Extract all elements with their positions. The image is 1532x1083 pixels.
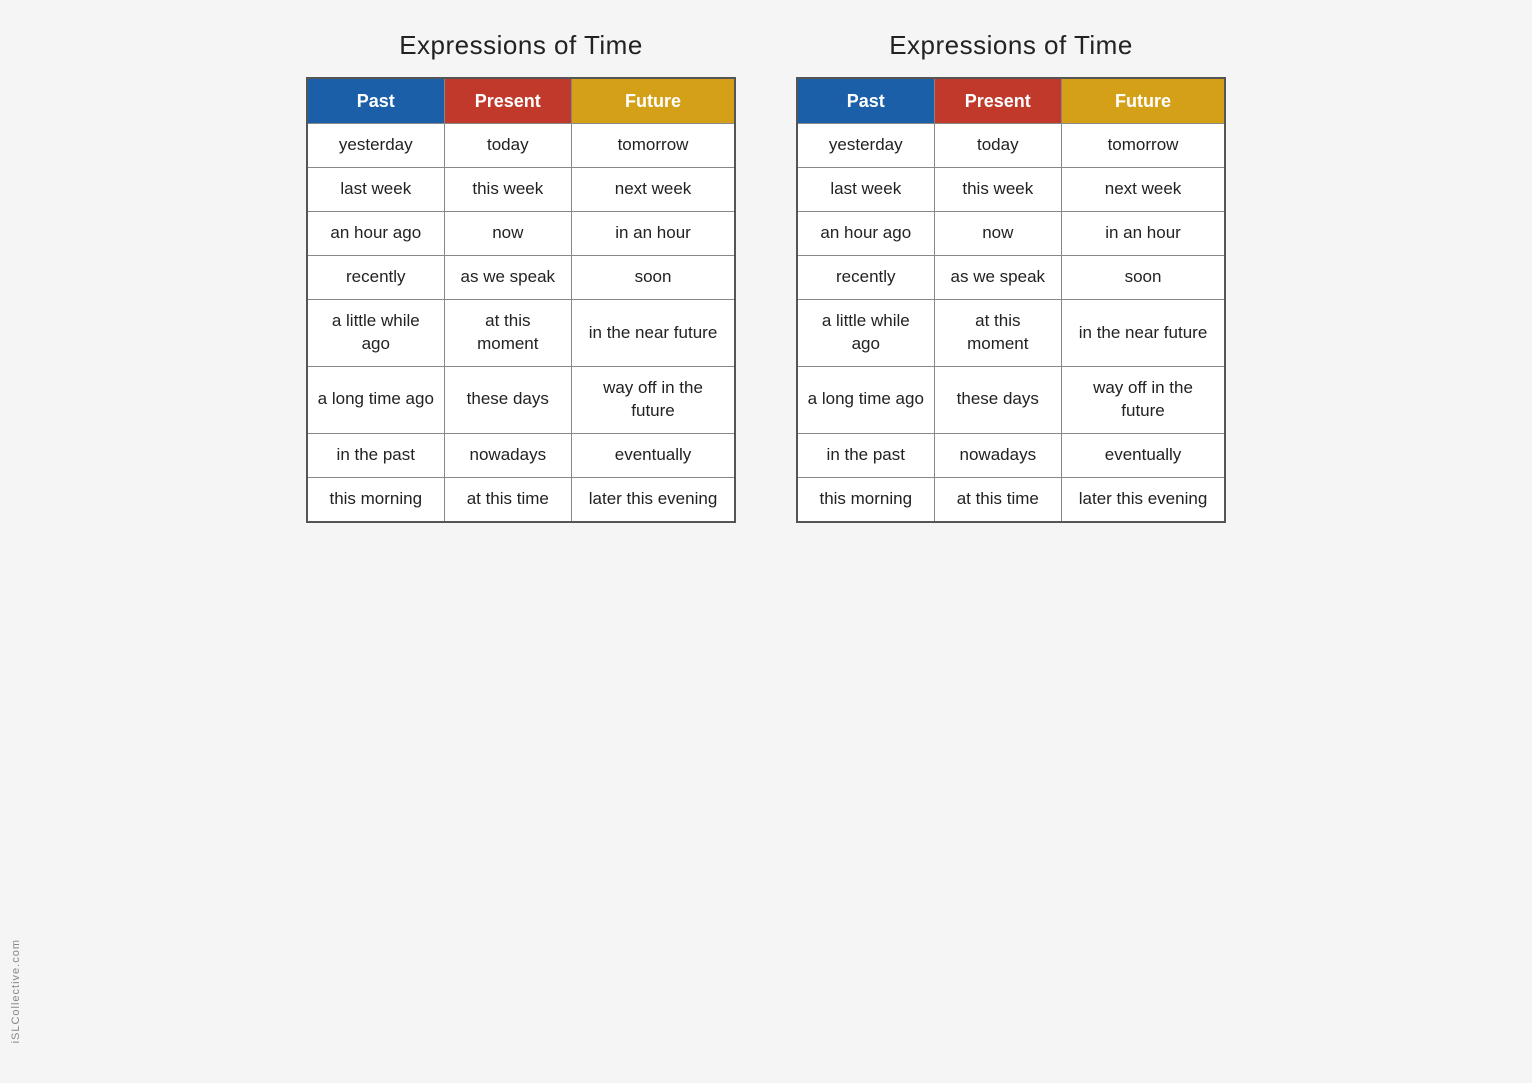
cell-future-4: in the near future [1062,300,1225,367]
table-row: in the pastnowadayseventually [797,433,1225,477]
cell-past-3: recently [307,256,444,300]
cell-future-7: later this evening [572,477,735,521]
left-table: Past Present Future yesterdaytodaytomorr… [306,77,736,523]
table-row: a long time agothese daysway off in the … [307,366,735,433]
right-title: Expressions of Time [889,30,1133,61]
cell-present-4: at this moment [934,300,1061,367]
cell-present-5: these days [444,366,571,433]
cell-future-6: eventually [572,433,735,477]
cell-future-0: tomorrow [1062,124,1225,168]
cell-past-7: this morning [797,477,934,521]
cell-past-1: last week [307,168,444,212]
cell-past-6: in the past [307,433,444,477]
cell-present-7: at this time [934,477,1061,521]
table-row: this morningat this timelater this eveni… [797,477,1225,521]
cell-present-6: nowadays [934,433,1061,477]
cell-future-2: in an hour [572,212,735,256]
left-header-present: Present [444,78,571,124]
cell-past-4: a little while ago [797,300,934,367]
cell-past-4: a little while ago [307,300,444,367]
left-table-section: Expressions of Time Past Present Future … [306,30,736,523]
cell-past-5: a long time ago [307,366,444,433]
table-row: a little while agoat this momentin the n… [307,300,735,367]
cell-future-3: soon [572,256,735,300]
table-row: in the pastnowadayseventually [307,433,735,477]
cell-present-2: now [444,212,571,256]
cell-future-0: tomorrow [572,124,735,168]
table-row: yesterdaytodaytomorrow [307,124,735,168]
cell-future-7: later this evening [1062,477,1225,521]
cell-past-1: last week [797,168,934,212]
cell-present-1: this week [934,168,1061,212]
left-header-future: Future [572,78,735,124]
table-row: yesterdaytodaytomorrow [797,124,1225,168]
left-title: Expressions of Time [399,30,643,61]
cell-future-6: eventually [1062,433,1225,477]
cell-past-5: a long time ago [797,366,934,433]
cell-present-3: as we speak [934,256,1061,300]
right-header-present: Present [934,78,1061,124]
cell-present-0: today [444,124,571,168]
cell-past-0: yesterday [797,124,934,168]
left-header-past: Past [307,78,444,124]
cell-present-2: now [934,212,1061,256]
table-row: this morningat this timelater this eveni… [307,477,735,521]
cell-future-5: way off in the future [1062,366,1225,433]
table-row: an hour agonowin an hour [797,212,1225,256]
cell-future-2: in an hour [1062,212,1225,256]
cell-present-1: this week [444,168,571,212]
table-row: last weekthis weeknext week [797,168,1225,212]
right-table: Past Present Future yesterdaytodaytomorr… [796,77,1226,523]
cell-future-3: soon [1062,256,1225,300]
cell-present-0: today [934,124,1061,168]
table-row: an hour agonowin an hour [307,212,735,256]
table-row: a little while agoat this momentin the n… [797,300,1225,367]
cell-past-3: recently [797,256,934,300]
cell-present-4: at this moment [444,300,571,367]
table-row: recentlyas we speaksoon [307,256,735,300]
table-row: last weekthis weeknext week [307,168,735,212]
cell-future-1: next week [572,168,735,212]
cell-past-6: in the past [797,433,934,477]
right-table-section: Expressions of Time Past Present Future … [796,30,1226,523]
table-row: recentlyas we speaksoon [797,256,1225,300]
right-header-future: Future [1062,78,1225,124]
cell-present-6: nowadays [444,433,571,477]
watermark: iSLCollective.com [10,939,22,1043]
cell-past-2: an hour ago [307,212,444,256]
cell-past-0: yesterday [307,124,444,168]
cell-past-2: an hour ago [797,212,934,256]
cell-future-5: way off in the future [572,366,735,433]
cell-present-5: these days [934,366,1061,433]
cell-future-4: in the near future [572,300,735,367]
cell-past-7: this morning [307,477,444,521]
cell-present-3: as we speak [444,256,571,300]
table-row: a long time agothese daysway off in the … [797,366,1225,433]
page-container: Expressions of Time Past Present Future … [306,30,1226,523]
cell-future-1: next week [1062,168,1225,212]
cell-present-7: at this time [444,477,571,521]
right-header-past: Past [797,78,934,124]
